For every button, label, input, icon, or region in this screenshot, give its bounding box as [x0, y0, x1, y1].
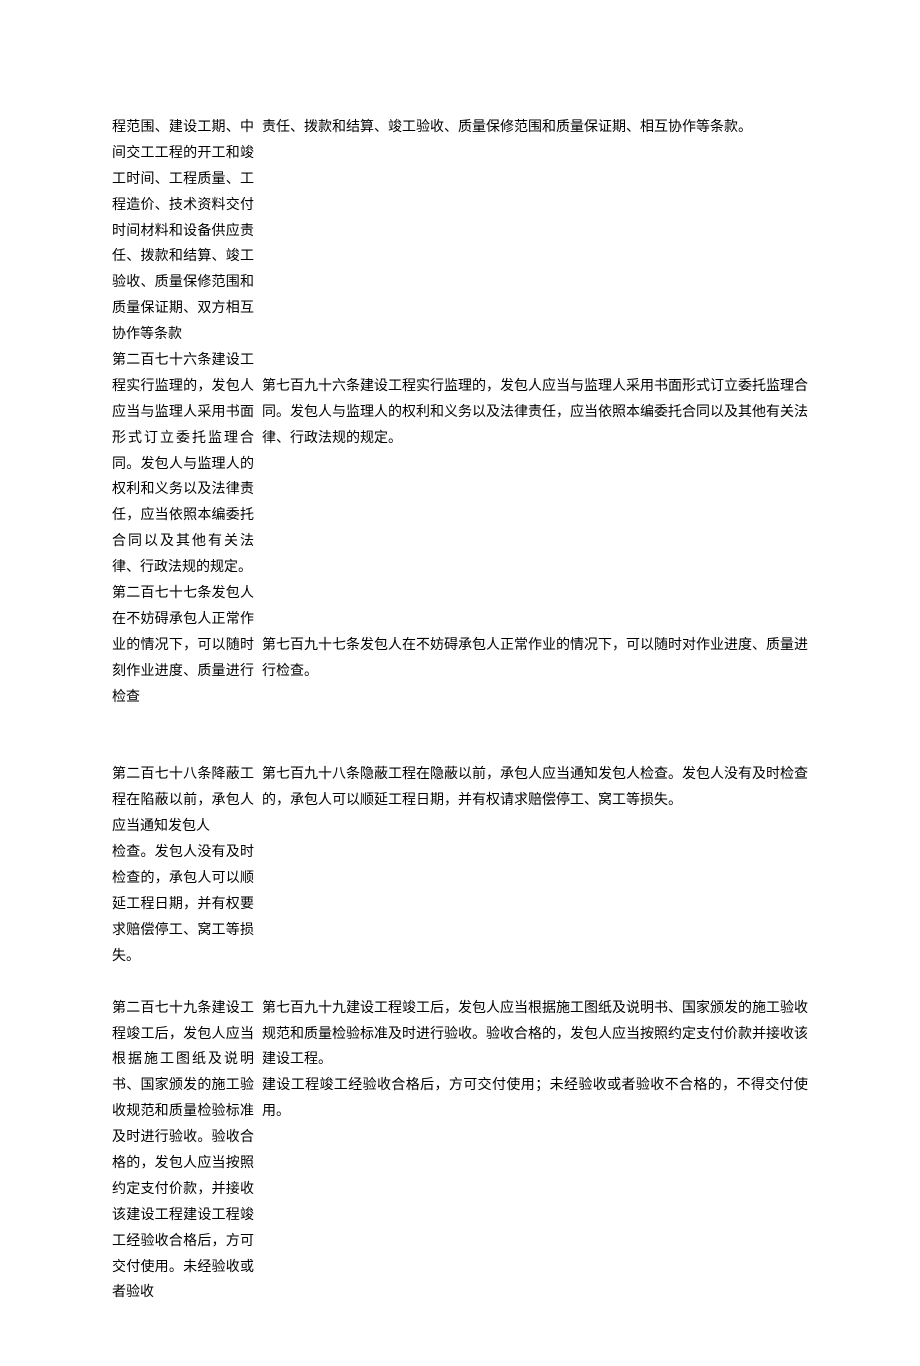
article-row: 第二百七十八条降蔽工程在陷蔽以前，承包人应当通知发包人 第七百九十八条隐蔽工程在…: [112, 762, 808, 840]
spacer: [112, 970, 808, 996]
spacer: [112, 710, 808, 762]
article-row: 第二百七十七条发包人在不妨碍承包人正常作业的情况下，可以随时刻作业进度、质量进行…: [112, 581, 808, 710]
article-row: 第二百七十九条建设工程竣工后，发包人应当根据施工图纸及说明书、国家颁发的施工验收…: [112, 996, 808, 1307]
left-column-text: 第二百七十八条降蔽工程在陷蔽以前，承包人应当通知发包人: [112, 762, 254, 840]
right-column-text: 第七百九十七条发包人在不妨碍承包人正常作业的情况下，可以随时对作业进度、质量进行…: [254, 581, 808, 685]
article-row: 第二百七十六条建设工程实行监理的，发包人应当与监理人采用书面形式订立委托监理合同…: [112, 348, 808, 581]
left-column-text: 第二百七十九条建设工程竣工后，发包人应当根据施工图纸及说明书、国家颁发的施工验收…: [112, 996, 254, 1307]
page-content: 程范围、建设工期、中间交工工程的开工和竣工时间、工程质量、工程造价、技术资料交付…: [0, 0, 920, 1366]
right-column-text: 责任、拨款和结算、竣工验收、质量保修范围和质量保证期、相互协作等条款。: [254, 115, 808, 141]
left-column-text: 第二百七十六条建设工程实行监理的，发包人应当与监理人采用书面形式订立委托监理合同…: [112, 348, 254, 581]
left-column-text: 第二百七十七条发包人在不妨碍承包人正常作业的情况下，可以随时刻作业进度、质量进行…: [112, 581, 254, 710]
article-row: 程范围、建设工期、中间交工工程的开工和竣工时间、工程质量、工程造价、技术资料交付…: [112, 115, 808, 348]
right-column-text: 第七百九十九建设工程竣工后，发包人应当根据施工图纸及说明书、国家颁发的施工验收规…: [254, 996, 808, 1125]
right-column-text: 第七百九十八条隐蔽工程在隐蔽以前，承包人应当通知发包人检查。发包人没有及时检查的…: [254, 762, 808, 814]
article-row: 检查。发包人没有及时检查的，承包人可以顺延工程日期，并有权要求赔偿停工、窝工等损…: [112, 840, 808, 969]
right-column-text: 第七百九十六条建设工程实行监理的，发包人应当与监理人采用书面形式订立委托监理合同…: [254, 348, 808, 452]
left-column-text: 程范围、建设工期、中间交工工程的开工和竣工时间、工程质量、工程造价、技术资料交付…: [112, 115, 254, 348]
left-column-text: 检查。发包人没有及时检查的，承包人可以顺延工程日期，并有权要求赔偿停工、窝工等损…: [112, 840, 254, 969]
